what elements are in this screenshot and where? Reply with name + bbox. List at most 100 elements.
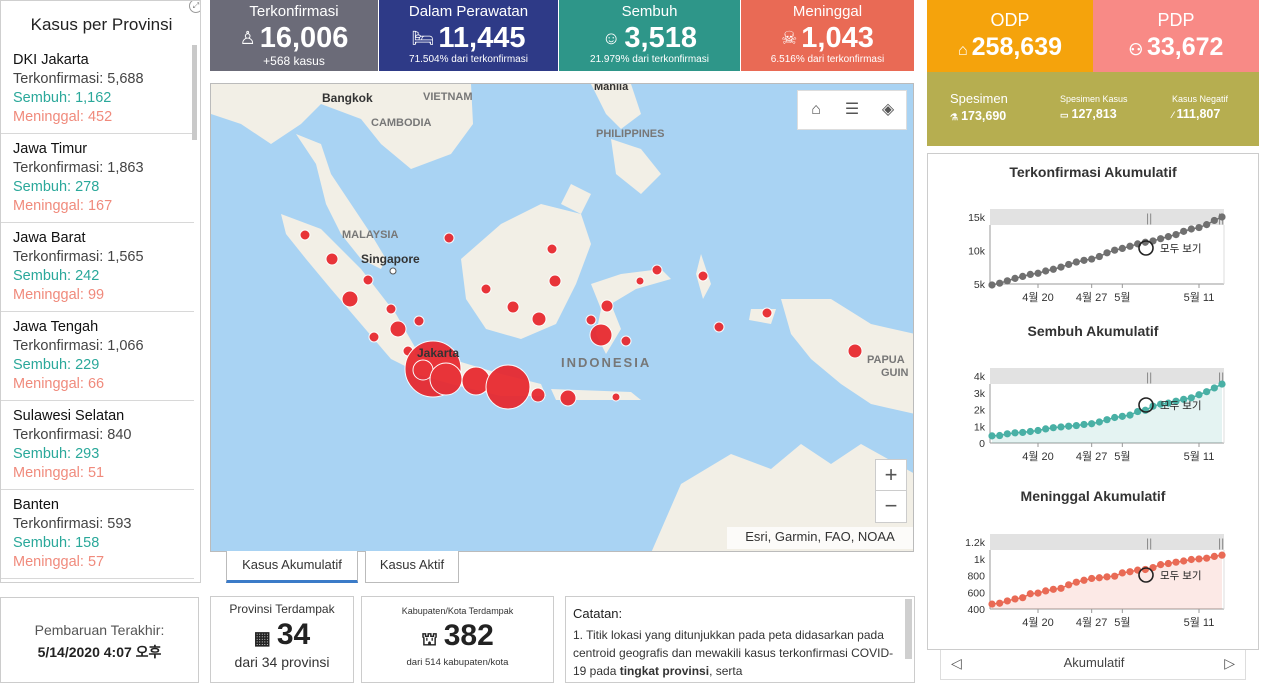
data-point[interactable]	[1126, 242, 1134, 250]
data-point[interactable]	[1095, 252, 1103, 261]
data-point[interactable]	[1210, 216, 1218, 225]
data-point[interactable]	[1065, 581, 1073, 589]
data-point[interactable]	[996, 279, 1004, 287]
expand-icon[interactable]: ⤢	[189, 1, 200, 13]
province-item[interactable]: Banten Terkonfirmasi: 593 Sembuh: 158 Me…	[1, 490, 194, 579]
data-point[interactable]	[1057, 263, 1065, 271]
data-point[interactable]	[1003, 597, 1011, 605]
tab-active[interactable]: Kasus Aktif	[365, 551, 459, 583]
case-bubble[interactable]	[548, 274, 562, 288]
data-point[interactable]	[1095, 418, 1103, 426]
data-point[interactable]	[1011, 595, 1019, 603]
case-bubble[interactable]	[531, 311, 547, 327]
data-point[interactable]	[1111, 246, 1119, 254]
data-point[interactable]	[1080, 256, 1088, 264]
data-point[interactable]	[1088, 255, 1096, 263]
zoom-in-button[interactable]: +	[876, 460, 906, 491]
data-point[interactable]	[1157, 235, 1165, 243]
notes-scrollbar[interactable]	[905, 599, 912, 659]
case-bubble[interactable]	[611, 392, 621, 402]
case-bubble[interactable]	[480, 283, 492, 295]
range-slider-handle[interactable]: ||	[1218, 536, 1224, 550]
case-bubble[interactable]	[620, 335, 632, 347]
data-point[interactable]	[1049, 585, 1057, 593]
case-bubble[interactable]	[546, 243, 558, 255]
data-point[interactable]	[1072, 258, 1080, 266]
province-item[interactable]: Jawa Timur Terkonfirmasi: 1,863 Sembuh: …	[1, 134, 194, 223]
case-bubble[interactable]	[697, 270, 709, 282]
data-point[interactable]	[1088, 574, 1096, 583]
case-bubble[interactable]	[299, 229, 311, 241]
data-point[interactable]	[1049, 265, 1057, 273]
case-bubble[interactable]	[443, 232, 455, 244]
data-point[interactable]	[1126, 568, 1134, 576]
data-point[interactable]	[1195, 391, 1203, 399]
layers-icon[interactable]: ◈	[877, 99, 899, 121]
data-point[interactable]	[1195, 223, 1203, 232]
data-point[interactable]	[1049, 424, 1057, 432]
data-point[interactable]	[1080, 420, 1088, 429]
zoom-out-button[interactable]: −	[876, 491, 906, 522]
range-slider-handle[interactable]: ||	[1146, 536, 1152, 550]
data-point[interactable]	[1003, 277, 1011, 285]
legend-list-icon[interactable]: ☰	[841, 99, 863, 121]
data-point[interactable]	[1042, 587, 1050, 595]
data-point[interactable]	[1164, 559, 1172, 568]
data-point[interactable]	[1019, 272, 1027, 280]
data-point[interactable]	[1172, 230, 1180, 239]
zoom-reset-label[interactable]: 모두 보기	[1160, 400, 1202, 412]
case-bubble[interactable]	[461, 366, 491, 396]
case-bubble[interactable]	[385, 303, 397, 315]
case-bubble[interactable]	[600, 299, 614, 313]
data-point[interactable]	[1203, 221, 1211, 229]
case-bubble[interactable]	[651, 264, 663, 276]
province-scrollbar[interactable]	[192, 45, 197, 140]
chevron-right-icon[interactable]: ▷	[1224, 655, 1235, 672]
data-point[interactable]	[1218, 551, 1226, 559]
data-point[interactable]	[1180, 557, 1188, 565]
case-bubble[interactable]	[362, 274, 374, 286]
data-point[interactable]	[1103, 573, 1111, 581]
zoom-reset-label[interactable]: 모두 보기	[1160, 570, 1202, 582]
case-bubble[interactable]	[389, 320, 407, 338]
data-point[interactable]	[988, 281, 996, 289]
data-point[interactable]	[996, 431, 1004, 440]
data-point[interactable]	[1126, 411, 1134, 419]
data-point[interactable]	[1057, 584, 1065, 592]
home-icon[interactable]: ⌂	[805, 99, 827, 121]
data-point[interactable]	[1111, 413, 1119, 422]
data-point[interactable]	[1057, 423, 1065, 431]
case-bubble[interactable]	[506, 300, 520, 314]
case-bubble[interactable]	[589, 323, 613, 347]
case-bubble[interactable]	[530, 387, 546, 403]
data-point[interactable]	[1019, 428, 1027, 437]
case-bubble[interactable]	[325, 252, 339, 266]
data-point[interactable]	[1203, 388, 1211, 396]
case-bubble[interactable]	[368, 331, 380, 343]
case-bubble[interactable]	[585, 314, 597, 326]
data-point[interactable]	[1203, 554, 1211, 562]
case-bubble[interactable]	[485, 364, 531, 410]
chart-confirmed[interactable]: ||||15k10k5k4월 204월 275월5월 11모두 보기	[928, 209, 1258, 309]
data-point[interactable]	[1026, 427, 1034, 436]
data-point[interactable]	[1011, 429, 1019, 437]
data-point[interactable]	[1072, 578, 1080, 586]
data-point[interactable]	[1210, 552, 1218, 561]
data-point[interactable]	[988, 432, 996, 440]
chart-recovered[interactable]: || ||4k3k2k1k04월 20 4월 27 5월 5월 11모두 보기	[928, 368, 1258, 468]
case-bubble[interactable]	[559, 389, 577, 407]
data-point[interactable]	[1026, 590, 1034, 598]
province-item[interactable]: Jawa Barat Terkonfirmasi: 1,565 Sembuh: …	[1, 223, 194, 312]
data-point[interactable]	[1187, 555, 1195, 564]
data-point[interactable]	[1218, 380, 1226, 388]
data-point[interactable]	[1103, 249, 1111, 257]
data-point[interactable]	[1141, 406, 1149, 414]
data-point[interactable]	[1164, 233, 1172, 241]
map-view[interactable]: Bangkok VIETNAM CAMBODIA Manila PHILIPPI…	[210, 83, 914, 552]
data-point[interactable]	[1218, 213, 1226, 221]
data-point[interactable]	[1187, 225, 1195, 233]
data-point[interactable]	[1034, 269, 1042, 277]
data-point[interactable]	[1118, 244, 1126, 253]
range-slider-handle[interactable]: ||	[1146, 211, 1152, 225]
data-point[interactable]	[1034, 426, 1042, 435]
